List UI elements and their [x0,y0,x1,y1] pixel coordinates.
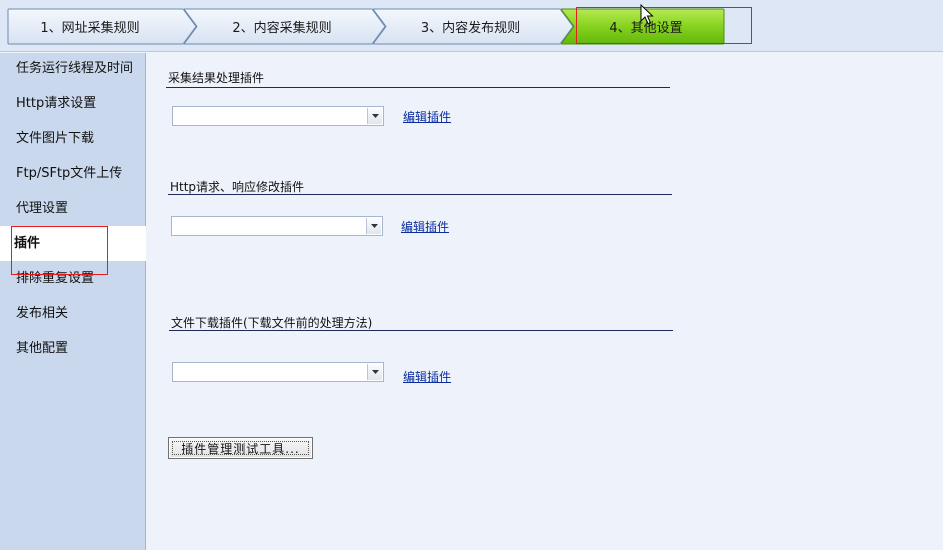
step-label: 2、内容采集规则 [232,21,332,36]
sidebar-item-plugins[interactable]: 插件 [0,226,146,261]
section-divider [166,87,670,88]
sidebar-item-http-request[interactable]: Http请求设置 [0,86,146,121]
sidebar-item-label: Ftp/SFtp文件上传 [16,166,123,181]
step-publish-rules[interactable]: 3、内容发布规则 [373,8,574,45]
step-content-rules[interactable]: 2、内容采集规则 [184,8,386,45]
result-plugin-select[interactable] [172,106,384,126]
section-title-download-plugin: 文件下载插件(下载文件前的处理方法) [171,316,373,330]
section-title-result-plugin: 采集结果处理插件 [168,71,265,85]
edit-result-plugin-link[interactable]: 编辑插件 [403,108,451,125]
sidebar-item-label: 排除重复设置 [16,271,95,286]
sidebar-item-proxy[interactable]: 代理设置 [0,191,146,226]
settings-sidebar: 任务运行线程及时间 Http请求设置 文件图片下载 Ftp/SFtp文件上传 代… [0,53,146,550]
chevron-down-icon [370,224,378,228]
step-label: 1、网址采集规则 [40,21,140,36]
sidebar-item-label: 代理设置 [16,201,69,216]
sidebar-item-publish[interactable]: 发布相关 [0,296,146,331]
sidebar-item-label: 发布相关 [16,306,69,321]
sidebar-item-label: 任务运行线程及时间 [16,61,134,76]
wizard-bar: 1、网址采集规则 2、内容采集规则 3、内容发布规则 4、其他设置 [0,0,943,52]
http-plugin-select[interactable] [171,216,383,236]
edit-http-plugin-link[interactable]: 编辑插件 [401,218,449,235]
download-plugin-select[interactable] [172,362,384,382]
sidebar-item-label: 其他配置 [16,341,69,356]
chevron-down-icon [371,114,379,118]
wizard-steps: 1、网址采集规则 2、内容采集规则 3、内容发布规则 4、其他设置 [7,8,725,45]
section-divider [169,330,673,331]
sidebar-item-ftp-upload[interactable]: Ftp/SFtp文件上传 [0,156,146,191]
sidebar-item-label: 文件图片下载 [16,131,95,146]
sidebar-item-task-threads[interactable]: 任务运行线程及时间 [0,51,146,86]
step-url-rules[interactable]: 1、网址采集规则 [7,8,197,45]
section-title-http-plugin: Http请求、响应修改插件 [170,180,305,194]
dropdown-button[interactable] [366,218,381,234]
sidebar-item-other[interactable]: 其他配置 [0,331,146,366]
sidebar-item-file-download[interactable]: 文件图片下载 [0,121,146,156]
step-label: 4、其他设置 [609,21,683,36]
plugin-test-tool-button[interactable]: 插件管理测试工具... [168,437,313,459]
section-divider [168,194,672,195]
dropdown-button[interactable] [367,364,382,380]
sidebar-item-label: 插件 [14,236,41,251]
step-label: 3、内容发布规则 [420,21,521,36]
dropdown-button[interactable] [367,108,382,124]
sidebar-item-dedup[interactable]: 排除重复设置 [0,261,146,296]
chevron-down-icon [371,370,379,374]
sidebar-item-label: Http请求设置 [16,96,97,111]
edit-download-plugin-link[interactable]: 编辑插件 [403,368,451,385]
